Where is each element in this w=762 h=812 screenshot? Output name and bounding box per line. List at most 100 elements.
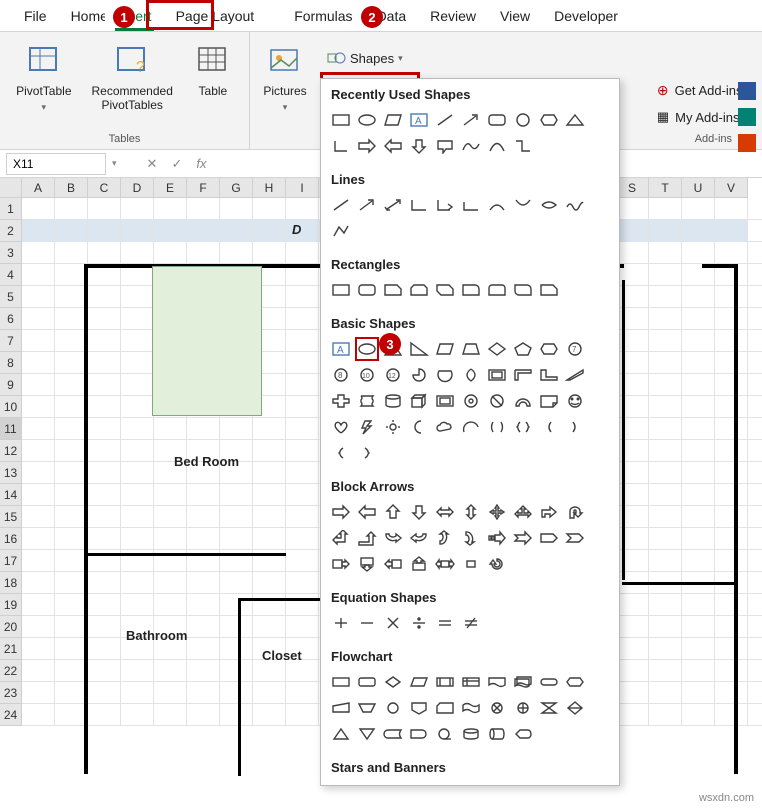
shape-arrow-right[interactable]: [355, 134, 379, 158]
tab-file[interactable]: File: [12, 2, 59, 30]
shape-fc-tape[interactable]: [459, 696, 483, 720]
col-header-V[interactable]: V: [715, 178, 748, 198]
shape-line[interactable]: [329, 193, 353, 217]
shape-line-double-arrow[interactable]: [381, 193, 405, 217]
shape-arrow-pentagon[interactable]: [537, 526, 561, 550]
shape-arrow-callout-right[interactable]: [329, 552, 353, 576]
row-header-3[interactable]: 3: [0, 242, 22, 264]
col-header-I[interactable]: I: [286, 178, 319, 198]
shape-fc-alt-process[interactable]: [355, 670, 379, 694]
shape-folded-corner[interactable]: [537, 389, 561, 413]
shape-curve[interactable]: [459, 134, 483, 158]
row-header-9[interactable]: 9: [0, 374, 22, 396]
shape-double-brace[interactable]: [511, 415, 535, 439]
row-header-15[interactable]: 15: [0, 506, 22, 528]
shape-block-arc[interactable]: [511, 389, 535, 413]
row-header-1[interactable]: 1: [0, 198, 22, 220]
shape-arrow-curved-right[interactable]: [381, 526, 405, 550]
shape-arrow-leftright[interactable]: [433, 500, 457, 524]
shape-fc-data[interactable]: [407, 670, 431, 694]
shape-left-bracket[interactable]: [537, 415, 561, 439]
shape-minus-sign[interactable]: [355, 611, 379, 635]
word-icon[interactable]: [738, 82, 756, 100]
shape-curved-arrow[interactable]: [511, 193, 535, 217]
shape-arrow-bentup[interactable]: [355, 526, 379, 550]
shape-snip-diag[interactable]: [433, 278, 457, 302]
shape-diamond[interactable]: [485, 337, 509, 361]
shape-snip-round[interactable]: [537, 278, 561, 302]
shape-arrow-uturn[interactable]: [563, 500, 587, 524]
row-header-2[interactable]: 2: [0, 220, 22, 242]
shape-no-symbol[interactable]: [485, 389, 509, 413]
shape-rect[interactable]: [329, 278, 353, 302]
shape-oval[interactable]: [355, 337, 379, 361]
shape-fc-sort[interactable]: [563, 696, 587, 720]
shape-curved-double[interactable]: [537, 193, 561, 217]
shape-fc-display[interactable]: [511, 722, 535, 746]
shape-rectangle[interactable]: [152, 266, 262, 416]
shape-hexagon[interactable]: [537, 337, 561, 361]
row-header-21[interactable]: 21: [0, 638, 22, 660]
row-header-16[interactable]: 16: [0, 528, 22, 550]
shape-arrow-left[interactable]: [355, 500, 379, 524]
shape-textbox[interactable]: A: [407, 108, 431, 132]
shape-l-shape[interactable]: [537, 363, 561, 387]
shape-frame[interactable]: [485, 363, 509, 387]
shape-arrow-curved-down[interactable]: [459, 526, 483, 550]
shape-scribble[interactable]: [563, 193, 587, 217]
shape-parallelogram[interactable]: [433, 337, 457, 361]
shape-teardrop[interactable]: [459, 363, 483, 387]
shape-arrow-left[interactable]: [381, 134, 405, 158]
recommended-pivottables-button[interactable]: ? Recommended PivotTables: [88, 36, 177, 117]
shape-heart[interactable]: [329, 415, 353, 439]
name-box[interactable]: [6, 153, 106, 175]
shape-arc[interactable]: [485, 134, 509, 158]
shape-heptagon[interactable]: 7: [563, 337, 587, 361]
row-header-10[interactable]: 10: [0, 396, 22, 418]
shapes-button[interactable]: Shapes ▾: [326, 50, 403, 66]
row-header-8[interactable]: 8: [0, 352, 22, 374]
shape-snip-same[interactable]: [407, 278, 431, 302]
my-addins-button[interactable]: ▦ My Add-ins ▾: [657, 109, 750, 125]
shape-fc-manual-op[interactable]: [355, 696, 379, 720]
shape-round-single[interactable]: [459, 278, 483, 302]
shape-pie[interactable]: [407, 363, 431, 387]
shape-arrow-curved-left[interactable]: [407, 526, 431, 550]
shape-right-bracket[interactable]: [563, 415, 587, 439]
tab-review[interactable]: Review: [418, 2, 488, 30]
shape-line-arrow[interactable]: [355, 193, 379, 217]
shape-cube[interactable]: [407, 389, 431, 413]
shape-fc-or[interactable]: [511, 696, 535, 720]
pivottable-button[interactable]: PivotTable ▾: [12, 36, 75, 117]
shape-chord[interactable]: [433, 363, 457, 387]
shape-l-shape[interactable]: [329, 134, 353, 158]
col-header-F[interactable]: F: [187, 178, 220, 198]
shape-fc-delay[interactable]: [407, 722, 431, 746]
shape-arrow-callout-leftright[interactable]: [433, 552, 457, 576]
shape-fc-document[interactable]: [485, 670, 509, 694]
col-header-C[interactable]: C: [88, 178, 121, 198]
office-icon[interactable]: [738, 134, 756, 152]
shape-arrow-updown[interactable]: [459, 500, 483, 524]
shape-right-triangle[interactable]: [407, 337, 431, 361]
col-header-B[interactable]: B: [55, 178, 88, 198]
shape-fc-stored[interactable]: [381, 722, 405, 746]
shape-arrow-callout-up[interactable]: [407, 552, 431, 576]
shape-plus[interactable]: [329, 389, 353, 413]
shape-double-bracket[interactable]: [485, 415, 509, 439]
shape-sun[interactable]: [381, 415, 405, 439]
shape-oval[interactable]: [355, 108, 379, 132]
shape-arrow-right[interactable]: [329, 500, 353, 524]
shape-multiply-sign[interactable]: [381, 611, 405, 635]
shape-rounded-rect[interactable]: [485, 108, 509, 132]
shape-plaque[interactable]: [355, 389, 379, 413]
shape-fc-collate[interactable]: [537, 696, 561, 720]
col-header-D[interactable]: D: [121, 178, 154, 198]
shape-arrow-notched[interactable]: [511, 526, 535, 550]
shape-connector[interactable]: [511, 134, 535, 158]
shape-fc-internal[interactable]: [459, 670, 483, 694]
row-header-24[interactable]: 24: [0, 704, 22, 726]
row-header-13[interactable]: 13: [0, 462, 22, 484]
pictures-button[interactable]: Pictures ▾: [259, 36, 310, 117]
col-header-A[interactable]: A: [22, 178, 55, 198]
